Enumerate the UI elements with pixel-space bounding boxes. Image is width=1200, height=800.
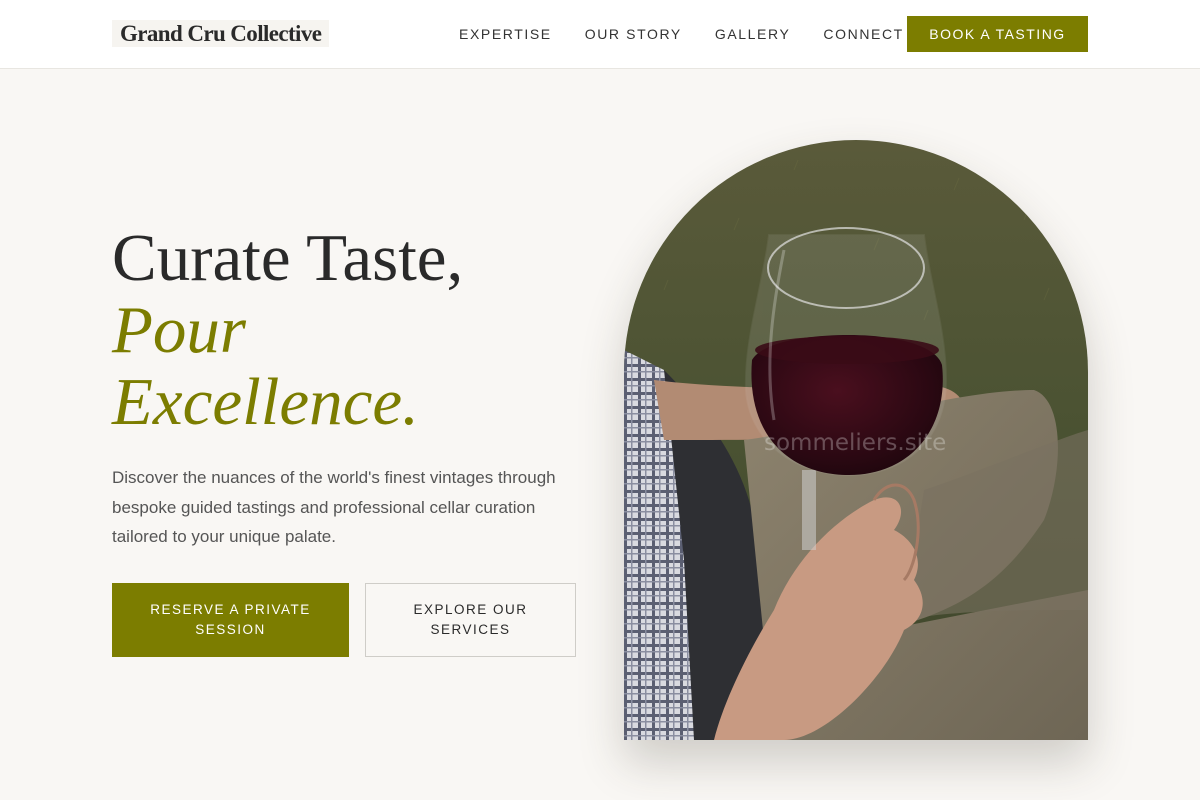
nav-link-our-story[interactable]: OUR STORY — [585, 26, 682, 42]
site-header: Grand Cru Collective EXPERTISE OUR STORY… — [0, 0, 1200, 69]
explore-services-button[interactable]: EXPLORE OUR SERVICES — [365, 583, 576, 657]
hero-description: Discover the nuances of the world's fine… — [112, 468, 556, 546]
hero-title: Curate Taste, Pour Excellence. — [112, 222, 592, 438]
main-nav: EXPERTISE OUR STORY GALLERY CONNECT — [459, 0, 904, 68]
hero-title-line-3: Excellence. — [112, 365, 419, 439]
nav-link-gallery[interactable]: GALLERY — [715, 26, 791, 42]
nav-link-expertise[interactable]: EXPERTISE — [459, 26, 552, 42]
nav-link-connect[interactable]: CONNECT — [823, 26, 903, 42]
hero-title-line-1: Curate Taste, — [112, 221, 464, 295]
hero-title-line-2: Pour — [112, 293, 246, 367]
site-logo[interactable]: Grand Cru Collective — [112, 20, 330, 47]
wine-glass-photo — [624, 140, 1088, 740]
book-tasting-button[interactable]: BOOK A TASTING — [907, 16, 1088, 52]
hero-image-wine-glass — [624, 140, 1088, 740]
reserve-session-button[interactable]: RESERVE A PRIVATE SESSION — [112, 583, 349, 657]
